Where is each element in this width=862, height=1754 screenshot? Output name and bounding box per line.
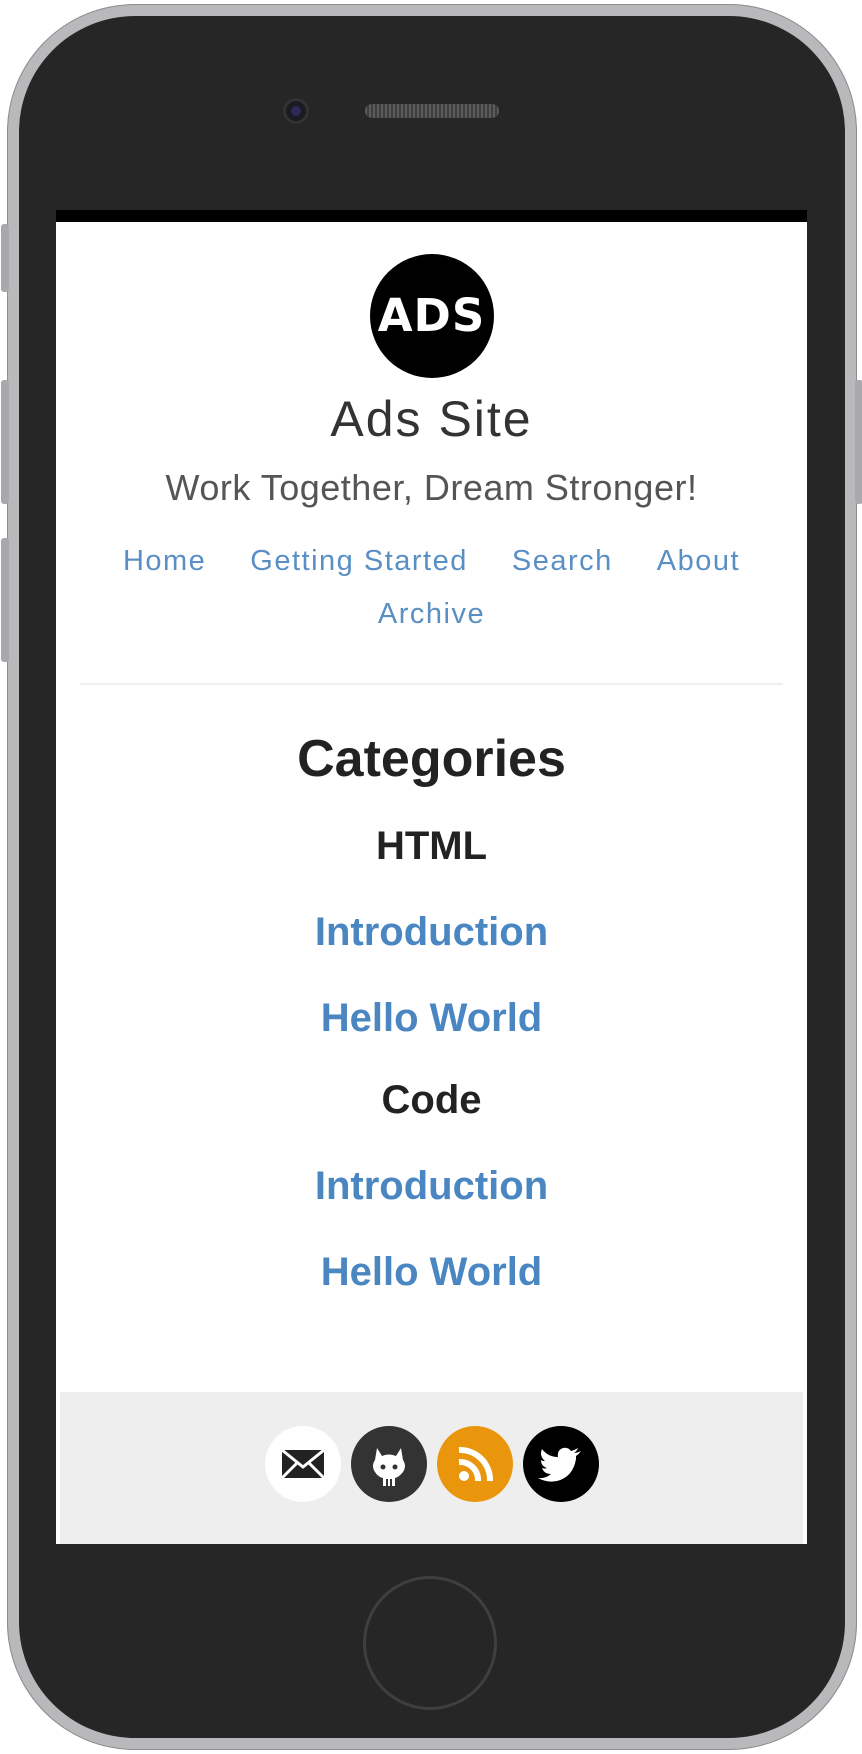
- nav-search-link[interactable]: Search: [512, 537, 613, 585]
- volume-up-button: [1, 380, 9, 504]
- front-camera-icon: [283, 98, 309, 124]
- github-icon: [372, 1448, 405, 1486]
- site-header: ADS Ads Site Work Together, Dream Strong…: [56, 222, 807, 685]
- page-title: Categories: [297, 730, 566, 788]
- post-link-html-hello-world[interactable]: Hello World: [56, 993, 807, 1043]
- twitter-icon: [537, 1447, 581, 1482]
- nav-archive-link[interactable]: Archive: [378, 590, 485, 638]
- site-footer: [60, 1392, 803, 1544]
- nav-home-link[interactable]: Home: [123, 537, 206, 585]
- main-nav: Home Getting Started Search About Archive: [82, 537, 782, 643]
- phone-screen: ADS Ads Site Work Together, Dream Strong…: [56, 210, 807, 1544]
- twitter-button[interactable]: [522, 1426, 599, 1502]
- logo-text: ADS: [377, 289, 486, 342]
- email-button[interactable]: [264, 1426, 341, 1502]
- post-link-html-introduction[interactable]: Introduction: [56, 907, 807, 957]
- site-title[interactable]: Ads Site: [56, 392, 807, 447]
- categories-section: Categories HTML Introduction Hello World…: [56, 685, 807, 1297]
- post-link-code-hello-world[interactable]: Hello World: [56, 1247, 807, 1297]
- category-heading-html: HTML: [375, 824, 488, 868]
- site-tagline: Work Together, Dream Stronger!: [165, 467, 698, 508]
- social-links: [60, 1426, 803, 1502]
- mute-switch: [1, 224, 9, 292]
- volume-down-button: [1, 538, 9, 662]
- github-button[interactable]: [350, 1426, 427, 1502]
- rss-button[interactable]: [436, 1426, 513, 1502]
- power-button: [855, 380, 862, 504]
- email-icon: [280, 1448, 325, 1480]
- rss-icon: [458, 1447, 493, 1482]
- category-heading-code: Code: [381, 1078, 482, 1122]
- home-button[interactable]: [363, 1576, 497, 1710]
- post-link-code-introduction[interactable]: Introduction: [56, 1161, 807, 1211]
- speaker-grille: [365, 104, 499, 118]
- site-logo[interactable]: ADS: [369, 254, 494, 378]
- nav-getting-started-link[interactable]: Getting Started: [250, 537, 468, 585]
- nav-about-link[interactable]: About: [657, 537, 740, 585]
